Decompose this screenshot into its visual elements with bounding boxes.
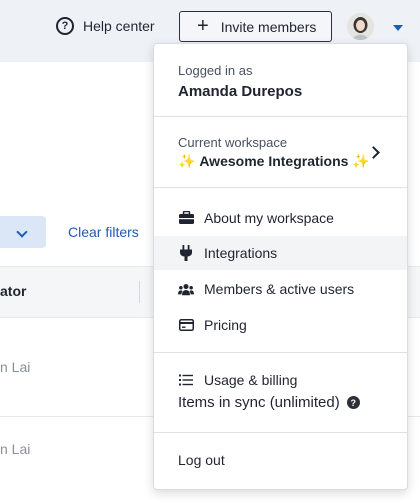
help-circle-icon: ? — [56, 17, 74, 35]
menu-item-label: Members & active users — [204, 281, 355, 297]
menu-item-usage-billing[interactable]: Usage & billing — [154, 363, 407, 397]
chevron-down-icon — [16, 226, 28, 238]
workspace-name: ✨ Awesome Integrations ✨ — [178, 153, 370, 170]
briefcase-icon — [178, 210, 194, 226]
menu-item-pricing[interactable]: Pricing — [154, 308, 407, 342]
avatar[interactable] — [347, 13, 374, 40]
invite-members-label: Invite members — [220, 18, 317, 35]
menu-item-label: Pricing — [204, 317, 247, 333]
help-center-label: Help center — [83, 18, 155, 34]
menu-divider — [154, 352, 407, 353]
clear-filters-link[interactable]: Clear filters — [68, 224, 139, 240]
menu-item-label: Integrations — [204, 245, 278, 261]
sparkle-icon: ✨ — [178, 153, 196, 169]
filter-select[interactable] — [0, 216, 46, 248]
workspace-name-text: Awesome Integrations — [199, 153, 349, 169]
current-workspace-label: Current workspace — [178, 135, 288, 150]
logged-in-label: Logged in as — [178, 63, 253, 78]
credit-card-icon — [178, 317, 194, 333]
table-cell: n Lai — [0, 441, 31, 457]
menu-item-integrations[interactable]: Integrations — [154, 236, 407, 270]
menu-divider — [154, 187, 407, 188]
menu-divider — [154, 432, 407, 433]
items-in-sync: Items in sync (unlimited) ? — [178, 394, 360, 411]
log-out-link[interactable]: Log out — [178, 452, 225, 468]
menu-item-label: Usage & billing — [204, 372, 298, 388]
menu-item-members[interactable]: Members & active users — [154, 272, 407, 306]
users-icon — [178, 281, 194, 297]
column-header[interactable]: ator — [0, 283, 26, 299]
avatar-image — [347, 13, 374, 40]
account-dropdown-menu: Logged in as Amanda Durepos Current work… — [153, 43, 408, 490]
menu-divider — [154, 116, 407, 117]
question-circle-icon[interactable]: ? — [346, 396, 360, 409]
menu-item-about-workspace[interactable]: About my workspace — [154, 201, 407, 235]
user-name: Amanda Durepos — [178, 83, 303, 100]
column-divider — [139, 281, 140, 303]
sparkle-icon: ✨ — [352, 153, 370, 169]
account-menu-caret-icon[interactable] — [393, 25, 403, 31]
invite-members-button[interactable]: + Invite members — [179, 11, 332, 42]
plus-icon: + — [197, 14, 209, 37]
list-icon — [178, 372, 194, 388]
table-cell: n Lai — [0, 359, 31, 375]
items-in-sync-text: Items in sync (unlimited) — [178, 394, 340, 411]
menu-item-label: About my workspace — [204, 210, 334, 226]
help-center-link[interactable]: ? Help center — [56, 16, 155, 36]
plug-icon — [178, 245, 194, 261]
